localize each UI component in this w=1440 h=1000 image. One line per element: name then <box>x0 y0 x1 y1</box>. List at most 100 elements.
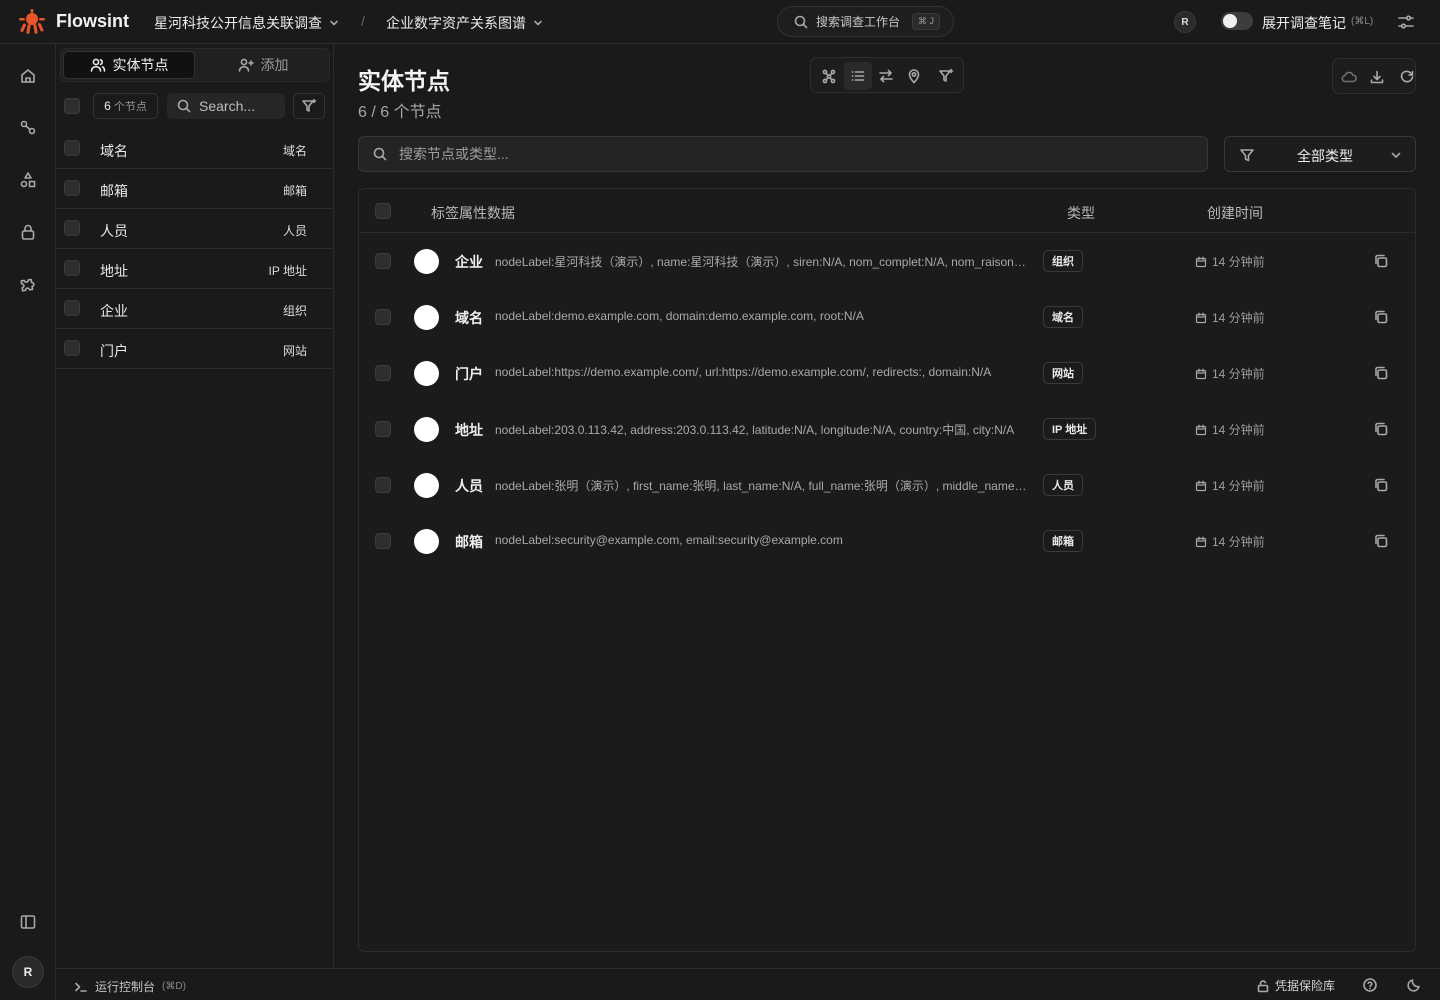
row-checkbox[interactable] <box>375 309 391 325</box>
row-checkbox[interactable] <box>64 180 80 196</box>
filter-view-button[interactable] <box>932 62 960 90</box>
entity-type: 人员 <box>282 224 307 238</box>
table-row[interactable]: 门户 nodeLabel:https://demo.example.com/, … <box>359 345 1415 401</box>
notes-shortcut: (⌘L) <box>1351 16 1374 27</box>
chevron-down-icon <box>1391 152 1401 158</box>
table-row[interactable]: 域名 nodeLabel:demo.example.com, domain:de… <box>359 289 1415 345</box>
copy-icon[interactable] <box>1373 533 1389 549</box>
copy-icon[interactable] <box>1373 421 1389 437</box>
account-avatar[interactable]: R <box>12 956 44 988</box>
node-type-badge: 人员 <box>1043 474 1083 496</box>
calendar-icon <box>1195 480 1207 491</box>
node-count-unit: 个节点 <box>113 101 147 113</box>
page-title: 实体节点 <box>358 68 450 94</box>
shapes-icon[interactable] <box>18 170 38 190</box>
table-row[interactable]: 企业 nodeLabel:星河科技（演示）, name:星河科技（演示）, si… <box>359 233 1415 289</box>
sketch-selector[interactable]: 企业数字资产关系图谱 <box>386 13 544 33</box>
moon-icon[interactable] <box>1406 977 1422 993</box>
row-checkbox[interactable] <box>375 365 391 381</box>
list-view-button[interactable] <box>844 62 872 90</box>
column-header-type[interactable]: 类型 <box>1067 203 1095 223</box>
vault-button[interactable]: 凭据保险库 <box>1256 977 1335 994</box>
tab-add[interactable]: 添加 <box>197 51 329 79</box>
copy-icon[interactable] <box>1373 477 1389 493</box>
sliders-icon[interactable] <box>1397 13 1415 31</box>
row-checkbox[interactable] <box>64 300 80 316</box>
node-created-text: 14 分钟前 <box>1212 535 1265 549</box>
map-view-button[interactable] <box>900 62 928 90</box>
filter-plus-icon <box>302 98 317 112</box>
refresh-icon[interactable] <box>1397 67 1417 87</box>
puzzle-icon[interactable] <box>18 274 38 294</box>
relations-view-button[interactable] <box>872 62 900 90</box>
copy-icon[interactable] <box>1373 365 1389 381</box>
row-checkbox[interactable] <box>64 260 80 276</box>
column-header-created[interactable]: 创建时间 <box>1207 203 1263 223</box>
view-switcher <box>810 57 964 93</box>
copy-icon[interactable] <box>1373 309 1389 325</box>
node-search-input[interactable]: 搜索节点或类型... <box>358 136 1208 172</box>
investigation-selector[interactable]: 星河科技公开信息关联调查 <box>154 13 340 33</box>
panel-search-input[interactable]: Search... <box>167 93 285 119</box>
graph-view-button[interactable] <box>815 62 843 90</box>
entity-panel: 实体节点 添加 6 个节点 Search... 域名 域名 邮箱 邮箱 人员 人… <box>56 44 334 968</box>
notes-toggle[interactable] <box>1221 12 1253 30</box>
breadcrumb-separator: / <box>361 13 365 29</box>
table-row[interactable]: 邮箱 nodeLabel:security@example.com, email… <box>359 513 1415 569</box>
list-item[interactable]: 地址 IP 地址 <box>56 249 333 289</box>
cloud-icon[interactable] <box>1339 67 1359 87</box>
row-checkbox[interactable] <box>375 253 391 269</box>
top-bar: Flowsint 星河科技公开信息关联调查 / 企业数字资产关系图谱 搜索调查工… <box>0 0 1440 44</box>
row-checkbox[interactable] <box>64 340 80 356</box>
list-item[interactable]: 企业 组织 <box>56 289 333 329</box>
entity-label: 地址 <box>100 263 128 279</box>
download-icon[interactable] <box>1367 67 1387 87</box>
tab-entities[interactable]: 实体节点 <box>63 51 195 79</box>
graph-nodes-icon[interactable] <box>18 118 38 138</box>
help-icon[interactable] <box>1362 977 1378 993</box>
user-avatar[interactable]: R <box>1174 11 1196 33</box>
graph-icon <box>822 69 836 84</box>
users-icon <box>90 58 105 72</box>
workspace-search-button[interactable]: 搜索调查工作台 ⌘ J <box>777 6 954 37</box>
list-item[interactable]: 人员 人员 <box>56 209 333 249</box>
notes-toggle-label[interactable]: 展开调查笔记 <box>1262 13 1346 33</box>
lock-icon[interactable] <box>18 222 38 242</box>
row-checkbox[interactable] <box>375 533 391 549</box>
column-header-props[interactable]: 标签属性数据 <box>431 203 515 223</box>
home-icon[interactable] <box>18 66 38 86</box>
node-color-dot <box>414 361 439 386</box>
sidebar-toggle-icon[interactable] <box>18 912 38 932</box>
search-icon <box>794 15 808 28</box>
entity-label: 邮箱 <box>100 183 128 199</box>
calendar-icon <box>1195 312 1207 323</box>
chevron-down-icon <box>330 20 338 26</box>
table-row[interactable]: 地址 nodeLabel:203.0.113.42, address:203.0… <box>359 401 1415 457</box>
select-all-rows-checkbox[interactable] <box>375 203 391 219</box>
row-checkbox[interactable] <box>64 220 80 236</box>
nodes-table: 标签属性数据 类型 创建时间 企业 nodeLabel:星河科技（演示）, na… <box>358 188 1416 952</box>
type-filter-value: 全部类型 <box>1297 148 1353 164</box>
row-checkbox[interactable] <box>64 140 80 156</box>
list-item[interactable]: 门户 网站 <box>56 329 333 369</box>
entity-type: IP 地址 <box>268 264 307 278</box>
select-all-checkbox[interactable] <box>64 98 80 114</box>
row-checkbox[interactable] <box>375 421 391 437</box>
node-color-dot <box>414 249 439 274</box>
row-checkbox[interactable] <box>375 477 391 493</box>
entity-type: 邮箱 <box>282 184 307 198</box>
table-header: 标签属性数据 类型 创建时间 <box>359 189 1415 233</box>
workspace-search-label: 搜索调查工作台 <box>816 15 901 29</box>
action-toolbar <box>1332 58 1416 94</box>
console-button[interactable]: 运行控制台 (⌘D) <box>74 978 186 995</box>
copy-icon[interactable] <box>1373 253 1389 269</box>
list-item[interactable]: 邮箱 邮箱 <box>56 169 333 209</box>
left-rail: R <box>0 44 56 1000</box>
node-created: 14 分钟前 <box>1195 365 1265 382</box>
flowsint-logo-icon[interactable] <box>18 9 46 35</box>
type-filter-select[interactable]: 全部类型 <box>1224 136 1416 172</box>
node-name: 邮箱 <box>455 534 483 550</box>
panel-filter-button[interactable] <box>293 93 325 119</box>
list-item[interactable]: 域名 域名 <box>56 129 333 169</box>
table-row[interactable]: 人员 nodeLabel:张明（演示）, first_name:张明, last… <box>359 457 1415 513</box>
